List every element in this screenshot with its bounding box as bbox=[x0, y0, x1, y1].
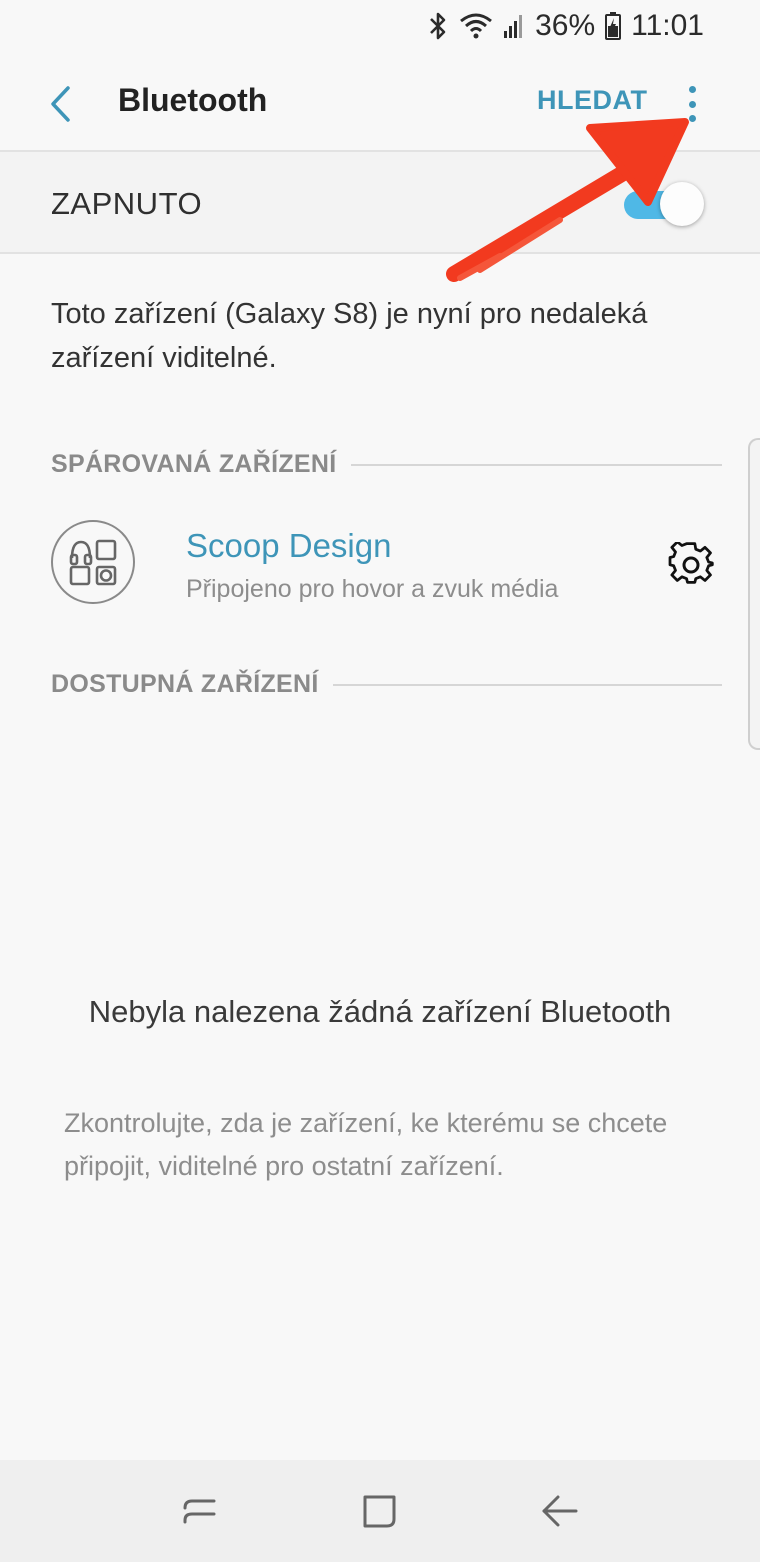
app-bar: Bluetooth HLEDAT bbox=[0, 52, 760, 152]
more-vert-icon bbox=[688, 86, 696, 93]
more-options-button[interactable] bbox=[680, 82, 704, 126]
section-label: DOSTUPNÁ ZAŘÍZENÍ bbox=[51, 670, 319, 698]
page-title: Bluetooth bbox=[118, 82, 268, 118]
device-status: Připojeno pro hovor a zvuk média bbox=[186, 575, 559, 603]
bluetooth-toggle[interactable] bbox=[624, 182, 704, 226]
section-divider bbox=[350, 463, 722, 466]
visibility-description: Toto zařízení (Galaxy S8) je nyní pro ne… bbox=[51, 298, 648, 374]
chevron-left-icon bbox=[51, 86, 70, 122]
empty-state-title: Nebyla nalezena žádná zařízení Bluetooth bbox=[88, 994, 672, 1029]
status-bar: 36% 11:01 bbox=[0, 0, 760, 52]
battery-percent: 36% bbox=[535, 9, 596, 42]
home-square-icon bbox=[363, 1495, 396, 1528]
gear-icon bbox=[668, 540, 714, 584]
bluetooth-icon bbox=[427, 11, 449, 41]
more-vert-dot bbox=[688, 115, 696, 122]
signal-icon bbox=[503, 13, 525, 39]
search-button[interactable]: HLEDAT bbox=[537, 85, 648, 116]
bluetooth-settings-screen: 36% 11:01 Bluetooth HLEDAT ZAPNUTO Toto … bbox=[0, 0, 760, 1562]
toggle-thumb bbox=[660, 182, 704, 226]
section-label: SPÁROVANÁ ZAŘÍZENÍ bbox=[51, 450, 337, 478]
battery-icon bbox=[605, 12, 622, 40]
recents-button[interactable] bbox=[170, 1481, 230, 1541]
bluetooth-switch-row[interactable]: ZAPNUTO bbox=[0, 152, 760, 254]
more-vert-dot bbox=[688, 100, 696, 108]
available-devices-header: DOSTUPNÁ ZAŘÍZENÍ bbox=[51, 670, 722, 699]
clock: 11:01 bbox=[631, 9, 704, 42]
empty-state-hint: Zkontrolujte, zda je zařízení, ke kterém… bbox=[64, 1108, 668, 1181]
back-nav-button[interactable] bbox=[530, 1481, 590, 1541]
back-arrow-icon bbox=[542, 1495, 578, 1527]
paired-device-item[interactable]: Scoop Design Připojeno pro hovor a zvuk … bbox=[0, 505, 760, 625]
navigation-bar bbox=[0, 1460, 760, 1562]
home-button[interactable] bbox=[350, 1481, 410, 1541]
device-settings-button[interactable] bbox=[668, 540, 714, 588]
edge-panel-handle[interactable] bbox=[748, 438, 760, 750]
back-button[interactable] bbox=[40, 82, 80, 126]
recents-icon bbox=[183, 1499, 216, 1524]
wifi-icon bbox=[459, 12, 493, 40]
switch-label: ZAPNUTO bbox=[51, 186, 203, 221]
section-divider bbox=[332, 683, 722, 686]
paired-devices-header: SPÁROVANÁ ZAŘÍZENÍ bbox=[51, 450, 722, 479]
headset-multimedia-icon bbox=[51, 520, 135, 604]
device-name: Scoop Design bbox=[186, 527, 392, 564]
